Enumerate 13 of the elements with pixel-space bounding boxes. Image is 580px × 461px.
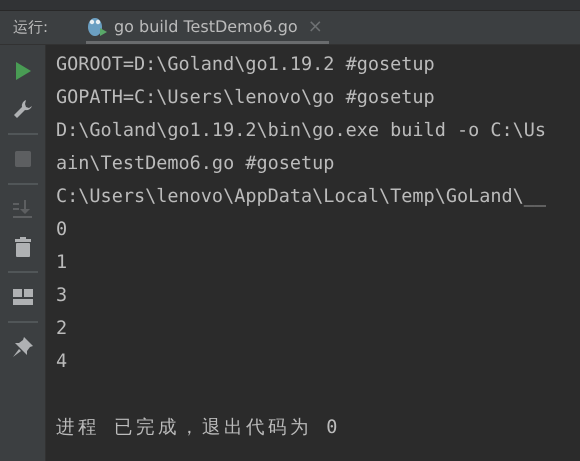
console-line: 3	[56, 284, 68, 308]
console-line: ain\TestDemo6.go #gosetup	[56, 152, 336, 176]
console-line: D:\Goland\go1.19.2\bin\go.exe build -o C:\Us	[56, 119, 548, 143]
console-line: 进程 已完成，退出代码为 0	[56, 416, 342, 440]
run-tab[interactable]: go build TestDemo6.go ×	[86, 11, 329, 44]
console-line: C:\Users\lenovo\AppData\Local\Temp\GoLand\__	[56, 185, 548, 209]
console-line: GOPATH=C:\Users\lenovo\go #gosetup	[56, 86, 436, 110]
console-line: 4	[56, 350, 68, 374]
run-label: 运行:	[13, 18, 50, 37]
console-line: 0	[56, 218, 68, 242]
console-line: 1	[56, 251, 68, 275]
console-line: 2	[56, 317, 68, 341]
console-line: GOROOT=D:\Goland\go1.19.2 #gosetup	[56, 53, 436, 77]
